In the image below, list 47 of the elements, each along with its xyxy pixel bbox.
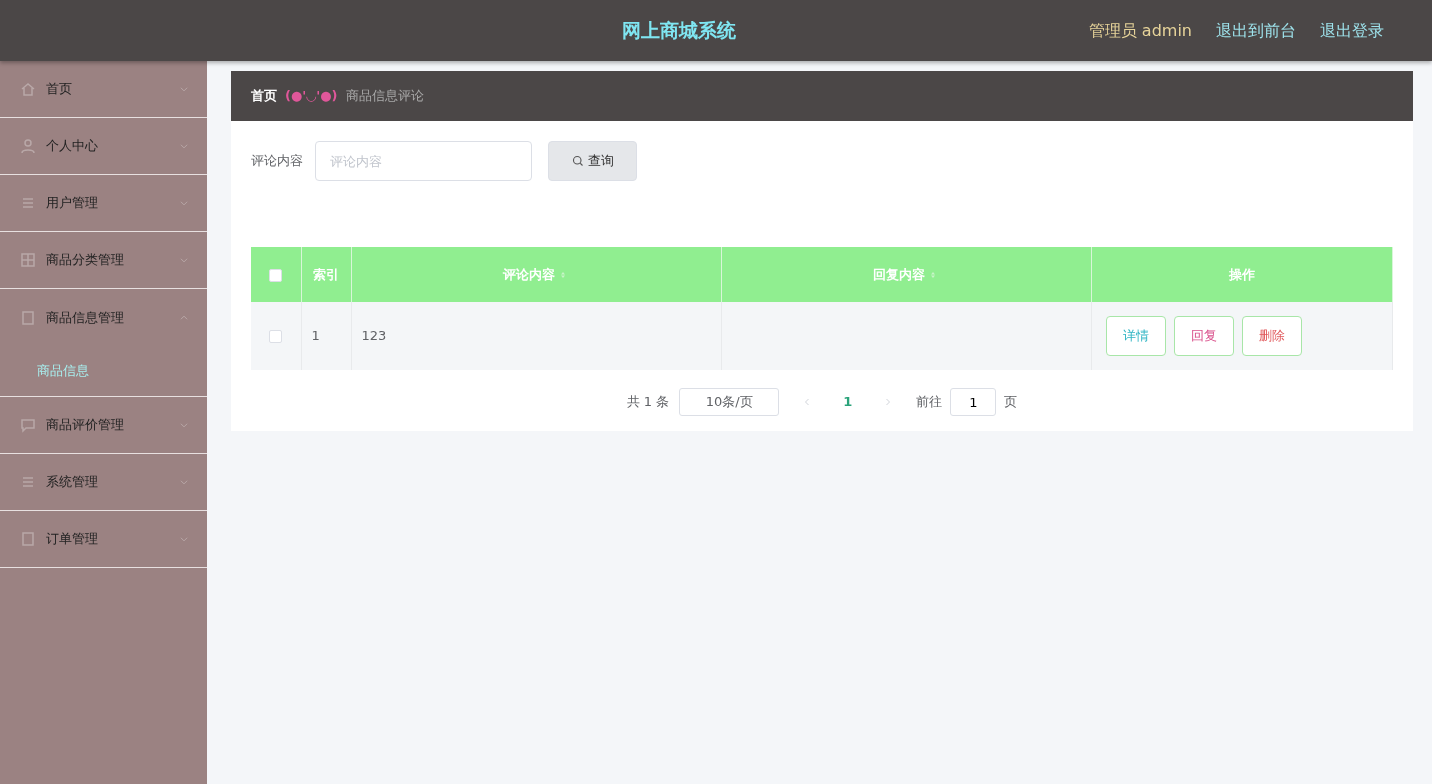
action-button[interactable]: 详情 (1105, 316, 1166, 356)
list-icon (20, 474, 36, 490)
sidebar-item[interactable]: 首页 (0, 61, 207, 118)
page-input[interactable]: 1 (950, 388, 997, 416)
column-header: 操作 (1091, 247, 1393, 302)
breadcrumb-current: 商品信息评论 (345, 87, 424, 106)
next-icon[interactable] (884, 397, 893, 407)
action-button[interactable]: 删除 (1241, 316, 1302, 356)
table-cell: 1 (301, 302, 351, 370)
page-size-select[interactable]: 10条/页 (679, 388, 780, 416)
column-header: 索引 (301, 247, 351, 302)
sidebar-item[interactable]: 商品信息管理 (0, 289, 207, 346)
person-icon (20, 138, 36, 154)
sidebar-item[interactable]: 个人中心 (0, 118, 207, 175)
table-cell: 123 (351, 302, 721, 370)
document-icon (20, 531, 36, 547)
action-button[interactable]: 回复 (1173, 316, 1234, 356)
total-count: 共 1 条 (626, 393, 670, 412)
grid-icon (20, 252, 36, 268)
house-icon (20, 81, 36, 97)
goto-label: 前往 (916, 393, 943, 412)
search-icon (571, 155, 584, 167)
search-label: 评论内容 (251, 152, 303, 171)
breadcrumb-link[interactable]: 首页 (251, 86, 277, 106)
chat-icon (20, 417, 36, 433)
previous-icon[interactable] (803, 397, 812, 407)
user-label: 管理员 admin (1088, 19, 1192, 42)
breadcrumb-separator: (●'◡'●) (285, 87, 338, 106)
sidebar-item[interactable]: 订单管理 (0, 511, 207, 568)
page-suffix: 页 (1004, 393, 1018, 412)
sidebar-item[interactable]: 商品分类管理 (0, 232, 207, 289)
document-icon (20, 309, 36, 326)
page-number[interactable]: 1 (835, 392, 861, 412)
row-checkbox[interactable] (269, 330, 283, 344)
column-header: 回复内容 (721, 247, 1091, 302)
sidebar-item[interactable]: 商品评价管理 (0, 397, 207, 454)
list-icon (20, 195, 36, 211)
sidebar-subitem[interactable]: 商品信息 (0, 346, 207, 396)
sidebar-item[interactable]: 系统管理 (0, 454, 207, 511)
app-title: 网上商城系统 (622, 19, 737, 42)
header-link[interactable]: 退出登录 (1320, 18, 1384, 43)
select-all-checkbox[interactable] (269, 268, 283, 282)
column-header: 评论内容 (351, 247, 721, 302)
search-button[interactable]: 查询 (548, 141, 637, 181)
header-link[interactable]: 退出到前台 (1216, 18, 1296, 43)
sidebar-item[interactable]: 用户管理 (0, 175, 207, 232)
search-field[interactable]: 评论内容 (315, 141, 532, 181)
